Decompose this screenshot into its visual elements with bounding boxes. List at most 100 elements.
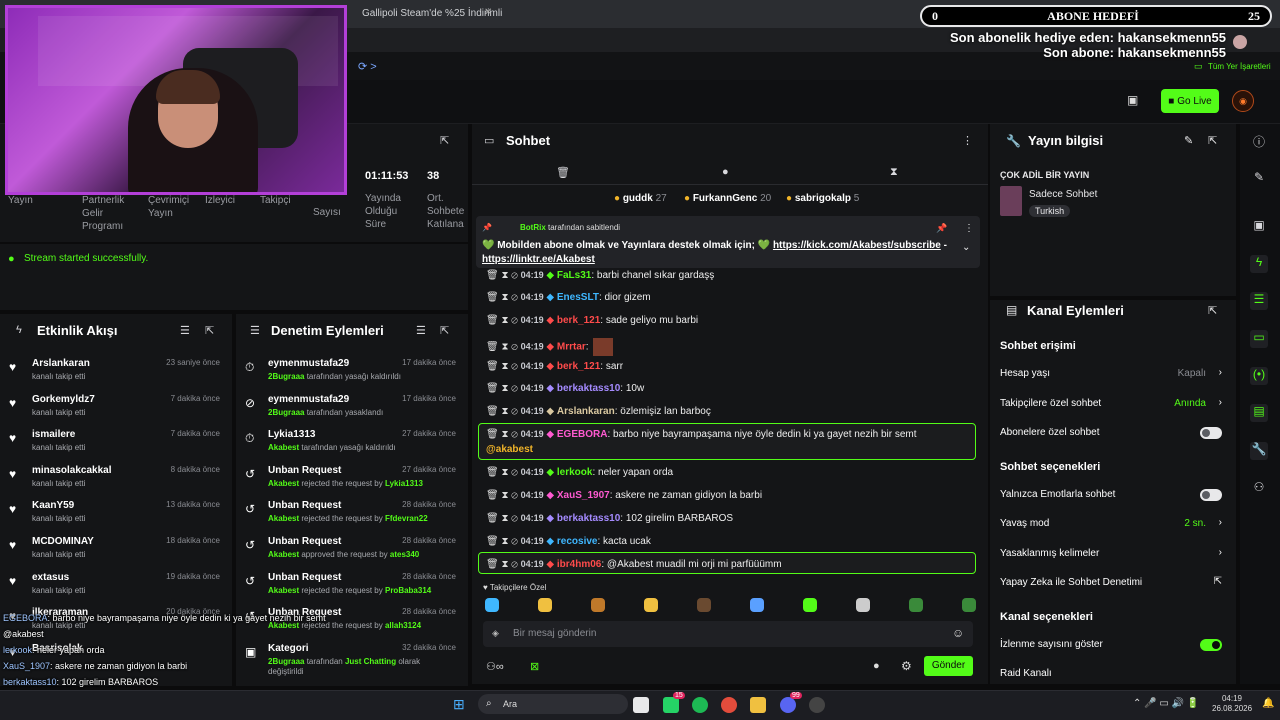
emote-icon[interactable] <box>803 598 817 612</box>
emote-icon[interactable] <box>856 598 870 612</box>
ban-icon[interactable]: ⊘ <box>511 536 520 547</box>
message-user[interactable]: Arslankaran <box>557 406 615 417</box>
camera-icon[interactable]: ▣ <box>1250 218 1268 236</box>
unpin-icon[interactable]: 📌 <box>936 223 947 234</box>
edit-icon[interactable]: ✎ <box>1184 134 1193 147</box>
emote-icon[interactable] <box>485 598 499 612</box>
ban-icon[interactable]: ⊘ <box>511 429 520 440</box>
popout-icon[interactable]: ⇱ <box>440 134 449 147</box>
hourglass-icon[interactable]: ⧗ <box>501 361 511 372</box>
chat-bubble-icon[interactable]: ● <box>722 166 729 178</box>
ban-icon[interactable]: ⊘ <box>511 559 520 570</box>
hourglass-icon[interactable]: ⧗ <box>501 270 511 281</box>
server-icon[interactable]: ▤ <box>1250 404 1268 422</box>
ban-icon[interactable]: ⊘ <box>511 342 520 353</box>
trash-icon[interactable]: 🗑 <box>556 166 570 179</box>
profile-avatar[interactable]: ◉ <box>1232 90 1254 112</box>
message-user[interactable]: FaLs31 <box>557 270 591 281</box>
go-live-button[interactable]: ■ Go Live <box>1161 89 1219 113</box>
trash-icon[interactable]: 🗑 <box>486 342 501 353</box>
trash-icon[interactable]: 🗑 <box>486 270 501 281</box>
pinned-link-1[interactable]: https://kick.com/Akabest/subscribe <box>773 240 941 251</box>
emote-icon[interactable] <box>962 598 976 612</box>
pencil-icon[interactable]: ✎ <box>1250 170 1268 188</box>
spotify-icon[interactable] <box>692 697 708 713</box>
trash-icon[interactable]: 🗑 <box>486 383 501 394</box>
emote-icon[interactable] <box>909 598 923 612</box>
hourglass-icon[interactable]: ⧗ <box>501 536 511 547</box>
clip-icon[interactable]: ▣ <box>1127 93 1138 107</box>
slow-mode-row[interactable]: Yavaş mod 2 sn. › <box>1000 517 1224 529</box>
ban-icon[interactable]: ⊘ <box>511 361 520 372</box>
hourglass-icon[interactable]: ⧗ <box>501 467 511 478</box>
ban-icon[interactable]: ⊘ <box>511 467 520 478</box>
message-user[interactable]: ibr4hm06 <box>557 559 601 570</box>
ban-icon[interactable]: ⊘ <box>511 513 520 524</box>
hourglass-icon[interactable]: ⧗ <box>501 383 511 394</box>
trash-icon[interactable]: 🗑 <box>486 406 501 417</box>
emote-icon[interactable] <box>591 598 605 612</box>
emote-icon[interactable] <box>538 598 552 612</box>
message-user[interactable]: berk_121 <box>557 361 600 372</box>
hourglass-icon[interactable]: ⧗ <box>501 513 511 524</box>
emoji-icon[interactable]: ☺ <box>952 626 964 640</box>
expand-icon[interactable]: ⌄ <box>962 242 970 253</box>
ban-icon[interactable]: ⊘ <box>511 406 520 417</box>
users-icon[interactable]: ⚇ <box>1250 480 1268 498</box>
subs-only-toggle[interactable] <box>1200 427 1222 439</box>
kick-icon[interactable]: ⊠ <box>530 660 539 673</box>
message-user[interactable]: lerkook <box>557 467 593 478</box>
show-viewers-toggle[interactable] <box>1200 639 1222 651</box>
emote-only-toggle[interactable] <box>1200 489 1222 501</box>
message-user[interactable]: recosive <box>557 536 598 547</box>
hourglass-icon[interactable]: ⧗ <box>890 166 898 179</box>
message-user[interactable]: berk_121 <box>557 315 600 326</box>
taskbar-search[interactable]: ⌕ Ara <box>478 694 628 714</box>
trash-icon[interactable]: 🗑 <box>486 361 501 372</box>
list-icon[interactable]: ☰ <box>1250 292 1268 310</box>
chat-input[interactable]: ◈ Bir mesaj gönderin ☺ <box>483 621 973 647</box>
filter-icon[interactable]: ☰ <box>416 324 426 337</box>
popout-icon[interactable]: ⇱ <box>205 324 214 337</box>
trash-icon[interactable]: 🗑 <box>486 559 501 570</box>
ban-icon[interactable]: ⊘ <box>511 270 520 281</box>
ban-icon[interactable]: ⊘ <box>511 292 520 303</box>
emote-icon[interactable] <box>697 598 711 612</box>
ai-mod-row[interactable]: Yapay Zeka ile Sohbet Denetimi ⇱ <box>1000 576 1224 588</box>
info-icon[interactable]: ⓘ <box>1250 133 1268 151</box>
hourglass-icon[interactable]: ⧗ <box>501 490 511 501</box>
hourglass-icon[interactable]: ⧗ <box>501 429 511 440</box>
hourglass-icon[interactable]: ⧗ <box>501 315 511 326</box>
ban-icon[interactable]: ⊘ <box>511 490 520 501</box>
discord-icon[interactable] <box>780 697 796 713</box>
tray-icons[interactable]: ⌃ 🎤 ▭ 🔊 🔋 <box>1133 698 1199 709</box>
trash-icon[interactable]: 🗑 <box>486 429 501 440</box>
bolt-icon[interactable]: ϟ <box>1250 255 1268 273</box>
send-button[interactable]: Gönder <box>924 656 973 676</box>
message-user[interactable]: EGEBORA <box>557 429 608 440</box>
raid-row[interactable]: Raid Kanalı <box>1000 668 1224 679</box>
emote-icon[interactable] <box>644 598 658 612</box>
chat-icon[interactable]: ▭ <box>1250 330 1268 348</box>
notification-icon[interactable]: 🔔 <box>1262 698 1274 709</box>
chrome-icon[interactable] <box>721 697 737 713</box>
windows-start-icon[interactable]: ⊞ <box>453 696 465 713</box>
taskview-icon[interactable] <box>633 697 649 713</box>
trash-icon[interactable]: 🗑 <box>486 315 501 326</box>
message-user[interactable]: XauS_1907 <box>557 490 610 501</box>
trash-icon[interactable]: 🗑 <box>486 467 501 478</box>
wrench-icon[interactable]: 🔧 <box>1250 442 1268 460</box>
tab-close-icon[interactable]: ✕ <box>484 7 492 18</box>
emote-icon[interactable] <box>750 598 764 612</box>
trash-icon[interactable]: 🗑 <box>486 292 501 303</box>
pinned-link-2[interactable]: https://linktr.ee/Akabest <box>482 254 595 265</box>
account-age-row[interactable]: Hesap yaşı Kapalı › <box>1000 367 1224 379</box>
trash-icon[interactable]: 🗑 <box>486 536 501 547</box>
message-user[interactable]: Mrrtar <box>557 342 586 353</box>
obs-icon[interactable] <box>809 697 825 713</box>
folder-icon[interactable] <box>750 697 766 713</box>
hourglass-icon[interactable]: ⧗ <box>501 292 511 303</box>
followers-only-row[interactable]: Takipçilere özel sohbet Anında › <box>1000 397 1224 409</box>
trash-icon[interactable]: 🗑 <box>486 490 501 501</box>
message-user[interactable]: EnesSLT <box>557 292 599 303</box>
